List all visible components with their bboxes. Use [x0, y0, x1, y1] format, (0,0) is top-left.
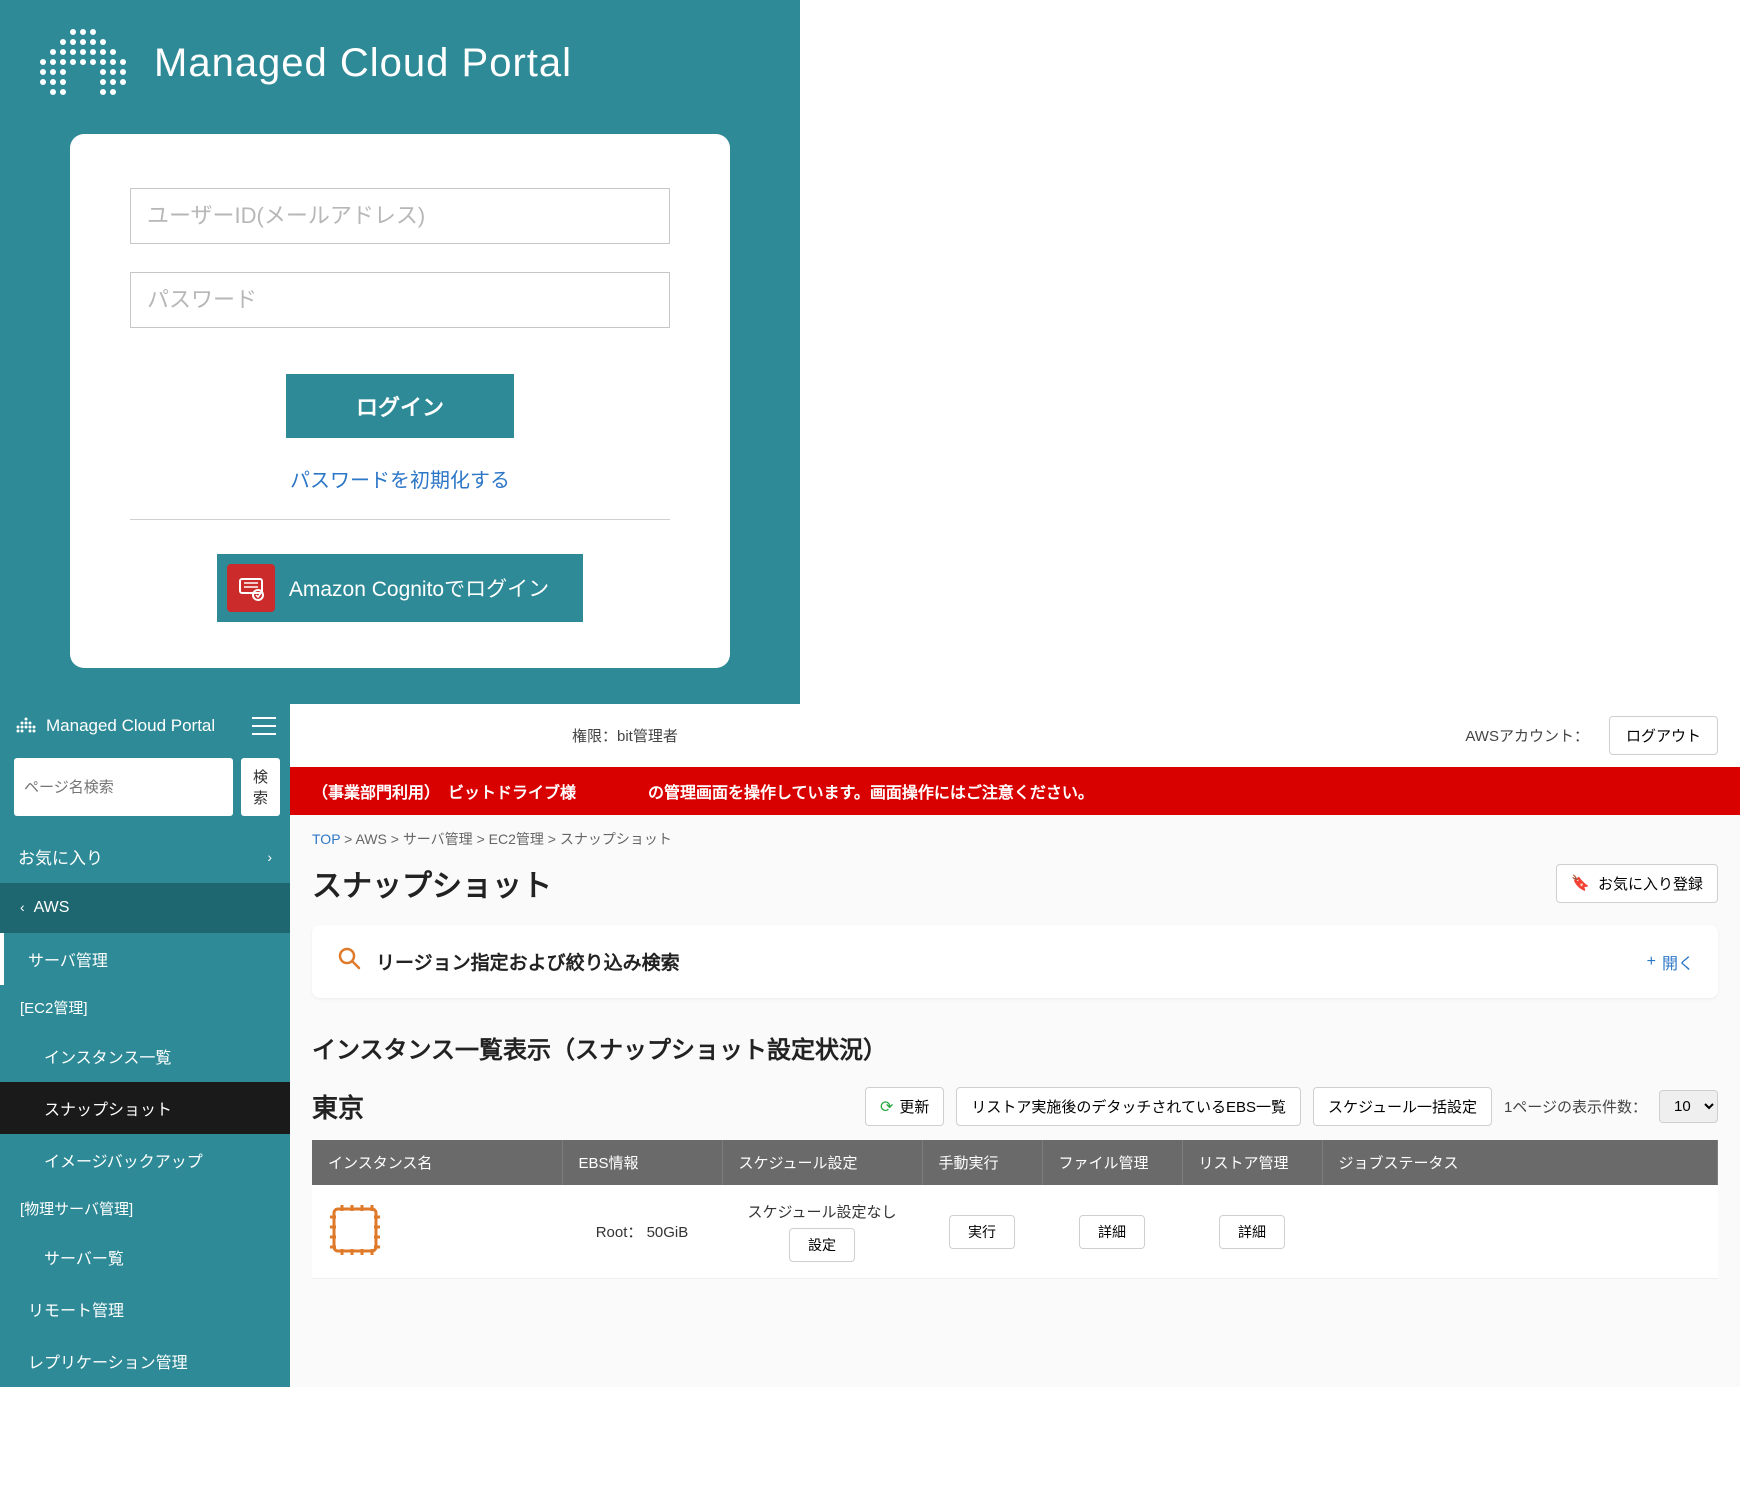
nav-replication-mgmt[interactable]: レプリケーション管理 — [0, 1335, 290, 1387]
th-schedule: スケジュール設定 — [722, 1140, 922, 1185]
refresh-label: 更新 — [899, 1096, 929, 1117]
role-label: 権限：bit管理者 — [572, 725, 678, 746]
nav-favorites[interactable]: お気に入り › — [0, 830, 290, 883]
execute-button[interactable]: 実行 — [949, 1215, 1015, 1249]
th-instance-name: インスタンス名 — [312, 1140, 562, 1185]
cognito-login-button[interactable]: Amazon Cognitoでログイン — [217, 554, 583, 622]
topbar: 権限：bit管理者 AWSアカウント： ログアウト — [290, 704, 1740, 767]
chevron-right-icon: › — [267, 849, 272, 865]
bookmark-icon: 🔖 — [1571, 874, 1590, 892]
breadcrumb-ec2: EC2管理 — [489, 831, 544, 847]
th-job: ジョブステータス — [1322, 1140, 1718, 1185]
login-header: Managed Cloud Portal — [28, 18, 772, 122]
sidebar-brand-label: Managed Cloud Portal — [46, 716, 215, 736]
cell-schedule: スケジュール設定なし 設定 — [722, 1185, 922, 1279]
restore-detail-button[interactable]: 詳細 — [1219, 1215, 1285, 1249]
user-id-input[interactable] — [130, 188, 670, 244]
hamburger-icon[interactable] — [252, 717, 276, 735]
breadcrumb-aws: AWS — [355, 831, 386, 847]
page-search-button[interactable]: 検索 — [241, 758, 280, 816]
logo-icon — [28, 24, 138, 102]
cognito-button-label: Amazon Cognitoでログイン — [289, 573, 549, 603]
cell-ebs: Root： 50GiB — [562, 1185, 722, 1279]
page-title: スナップショット — [312, 861, 552, 905]
sidebar-search-row: 検索 — [0, 748, 290, 830]
search-icon — [336, 945, 362, 978]
refresh-icon: ⟳ — [880, 1097, 893, 1117]
plus-icon: + — [1647, 953, 1656, 971]
breadcrumb-server: サーバ管理 — [403, 831, 473, 847]
page-size-select[interactable]: 10 — [1659, 1090, 1718, 1123]
cell-instance — [312, 1185, 562, 1279]
sidebar: Managed Cloud Portal 検索 お気に入り › ‹ AWS サー… — [0, 704, 290, 1387]
nav-phys-group: [物理サーバ管理] — [0, 1186, 290, 1231]
region-name: 東京 — [312, 1088, 364, 1125]
th-restore: リストア管理 — [1182, 1140, 1322, 1185]
sidebar-header: Managed Cloud Portal — [0, 704, 290, 748]
detached-ebs-button[interactable]: リストア実施後のデタッチされているEBS一覧 — [956, 1087, 1301, 1126]
favorite-register-label: お気に入り登録 — [1598, 873, 1703, 894]
th-ebs: EBS情報 — [562, 1140, 722, 1185]
nav-snapshot[interactable]: スナップショット — [0, 1082, 290, 1134]
page-search-input[interactable] — [14, 758, 233, 816]
aws-account-label: AWSアカウント： — [1465, 725, 1589, 746]
table-row: Root： 50GiB スケジュール設定なし 設定 実行 詳細 詳 — [312, 1185, 1718, 1279]
breadcrumb-top[interactable]: TOP — [312, 831, 340, 847]
warning-suffix: の管理画面を操作しています。画面操作にはご注意ください。 — [648, 779, 1094, 803]
warning-prefix: （事業部門利用） ビットドライブ様 — [312, 779, 576, 803]
nav-ec2-group: [EC2管理] — [0, 985, 290, 1030]
login-button[interactable]: ログイン — [286, 374, 514, 438]
th-manual: 手動実行 — [922, 1140, 1042, 1185]
schedule-set-button[interactable]: 設定 — [789, 1228, 855, 1262]
cell-job — [1322, 1185, 1718, 1279]
cell-manual: 実行 — [922, 1185, 1042, 1279]
nav-favorites-label: お気に入り — [18, 844, 103, 869]
nav-remote-mgmt[interactable]: リモート管理 — [0, 1283, 290, 1335]
nav-instance-list[interactable]: インスタンス一覧 — [0, 1030, 290, 1082]
table-header-row: インスタンス名 EBS情報 スケジュール設定 手動実行 ファイル管理 リストア管… — [312, 1140, 1718, 1185]
nav-aws-label: AWS — [34, 899, 70, 916]
expand-label: 開く — [1662, 950, 1694, 974]
dashboard: Managed Cloud Portal 検索 お気に入り › ‹ AWS サー… — [0, 704, 1740, 1387]
cell-file: 詳細 — [1042, 1185, 1182, 1279]
password-reset-link[interactable]: パスワードを初期化する — [130, 464, 670, 493]
sidebar-brand: Managed Cloud Portal — [14, 716, 215, 736]
instance-table: インスタンス名 EBS情報 スケジュール設定 手動実行 ファイル管理 リストア管… — [312, 1140, 1718, 1279]
breadcrumb-current: スナップショット — [560, 831, 672, 847]
nav-server-mgmt[interactable]: サーバ管理 — [0, 933, 290, 985]
login-panel: Managed Cloud Portal ログイン パスワードを初期化する Am… — [0, 0, 800, 704]
page-size-label: 1ページの表示件数： — [1504, 1096, 1647, 1117]
divider — [130, 519, 670, 520]
warning-bar: （事業部門利用） ビットドライブ様 の管理画面を操作しています。画面操作にはご注… — [290, 767, 1740, 815]
nav-image-backup[interactable]: イメージバックアップ — [0, 1134, 290, 1186]
cell-restore: 詳細 — [1182, 1185, 1322, 1279]
cognito-icon — [227, 564, 275, 612]
logo-small-icon — [14, 716, 38, 736]
section-title: インスタンス一覧表示（スナップショット設定状況） — [290, 1022, 1740, 1087]
refresh-button[interactable]: ⟳ 更新 — [865, 1087, 944, 1126]
page-title-row: スナップショット 🔖 お気に入り登録 — [290, 855, 1740, 925]
login-title: Managed Cloud Portal — [154, 41, 572, 86]
expand-button[interactable]: + 開く — [1647, 950, 1694, 974]
region-row: 東京 ⟳ 更新 リストア実施後のデタッチされているEBS一覧 スケジュール一括設… — [290, 1087, 1740, 1140]
logout-button[interactable]: ログアウト — [1609, 716, 1718, 755]
search-panel[interactable]: リージョン指定および絞り込み検索 + 開く — [312, 925, 1718, 998]
nav-aws[interactable]: ‹ AWS — [0, 883, 290, 933]
favorite-register-button[interactable]: 🔖 お気に入り登録 — [1556, 864, 1718, 903]
login-card: ログイン パスワードを初期化する Amazon Cognitoでログイン — [70, 134, 730, 668]
region-actions: ⟳ 更新 リストア実施後のデタッチされているEBS一覧 スケジュール一括設定 1… — [865, 1087, 1718, 1126]
password-input[interactable] — [130, 272, 670, 328]
search-panel-title-wrap: リージョン指定および絞り込み検索 — [336, 945, 680, 978]
nav-server-list[interactable]: サーバー覧 — [0, 1231, 290, 1283]
file-detail-button[interactable]: 詳細 — [1079, 1215, 1145, 1249]
bulk-schedule-button[interactable]: スケジュール一括設定 — [1313, 1087, 1492, 1126]
instance-icon — [328, 1203, 382, 1257]
main-content: 権限：bit管理者 AWSアカウント： ログアウト （事業部門利用） ビットドラ… — [290, 704, 1740, 1387]
th-file: ファイル管理 — [1042, 1140, 1182, 1185]
search-panel-title: リージョン指定および絞り込み検索 — [376, 948, 680, 975]
schedule-status: スケジュール設定なし — [748, 1201, 897, 1222]
chevron-left-icon: ‹ — [20, 899, 25, 915]
topbar-right: AWSアカウント： ログアウト — [1465, 716, 1718, 755]
breadcrumb: TOP > AWS > サーバ管理 > EC2管理 > スナップショット — [290, 815, 1740, 855]
